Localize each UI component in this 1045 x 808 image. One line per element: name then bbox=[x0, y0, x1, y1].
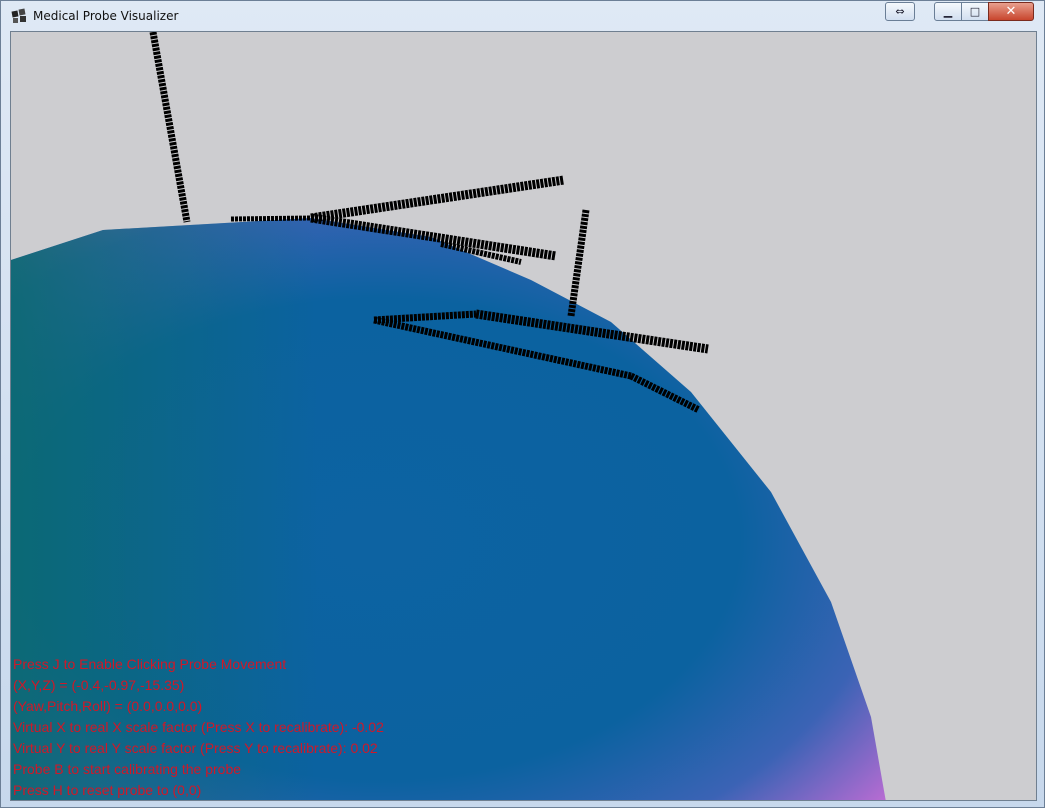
probe-line-vertical-left bbox=[149, 32, 191, 223]
maximize-icon: □ bbox=[969, 5, 981, 18]
app-icon bbox=[11, 8, 26, 23]
title-bar[interactable]: Medical Probe Visualizer ⇔ ▁ □ ✕ bbox=[1, 1, 1044, 31]
close-button[interactable]: ✕ bbox=[988, 2, 1034, 21]
hud-line-position: (X,Y,Z) = (-0.4,-0.97,-15.35) bbox=[13, 677, 185, 693]
minimize-icon: ▁ bbox=[943, 5, 953, 18]
hud-line-x-scale: Virtual X to real X scale factor (Press … bbox=[13, 719, 384, 735]
window-title: Medical Probe Visualizer bbox=[33, 9, 179, 23]
hud-text: Press J to Enable Clicking Probe Movemen… bbox=[13, 654, 384, 800]
close-icon: ✕ bbox=[1005, 4, 1017, 19]
hud-line-orientation: (Yaw,Pitch,Roll) = (0.0,0.0,0.0) bbox=[13, 698, 203, 714]
app-window: Medical Probe Visualizer ⇔ ▁ □ ✕ Press J… bbox=[0, 0, 1045, 808]
probe-line-vertical-right bbox=[567, 209, 590, 317]
maximize-button[interactable]: □ bbox=[961, 2, 989, 21]
render-viewport[interactable]: Press J to Enable Clicking Probe Movemen… bbox=[10, 31, 1037, 801]
probe-line-top-right bbox=[310, 175, 565, 223]
minimize-button[interactable]: ▁ bbox=[934, 2, 962, 21]
swap-icon: ⇔ bbox=[895, 5, 905, 18]
swap-button[interactable]: ⇔ bbox=[885, 2, 915, 21]
hud-line-enable-click: Press J to Enable Clicking Probe Movemen… bbox=[13, 656, 287, 672]
hud-line-y-scale: Virtual Y to real Y scale factor (Press … bbox=[13, 740, 378, 756]
hud-line-reset: Press H to reset probe to (0,0) bbox=[13, 782, 202, 798]
hud-line-calibrate: Probe B to start calibrating the probe bbox=[13, 761, 242, 777]
